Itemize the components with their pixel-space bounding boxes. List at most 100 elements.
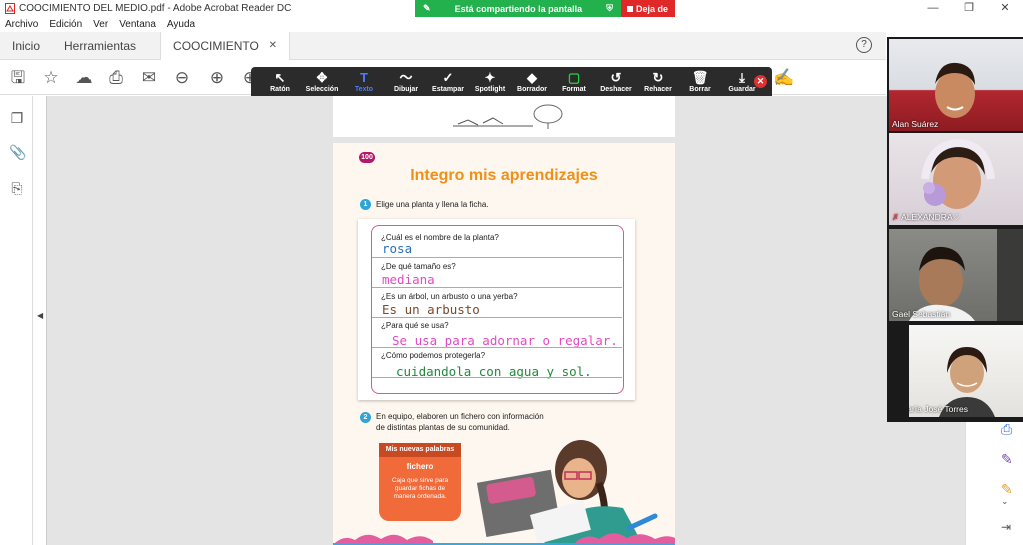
- plant-worksheet: ¿Cuál es el nombre de la planta? rosa ¿D…: [358, 219, 635, 400]
- attachment-icon[interactable]: 📎: [9, 144, 26, 162]
- tab-tools[interactable]: Herramientas: [52, 32, 148, 60]
- menu-bar: Archivo Edición Ver Ventana Ayuda: [0, 17, 1023, 32]
- participant-video[interactable]: ✗María José Torres: [909, 325, 1023, 417]
- question: ¿Cómo podemos protegerla?: [381, 351, 486, 360]
- step-number: 1: [360, 199, 371, 210]
- shield-icon: ⛨: [606, 3, 613, 13]
- help-icon[interactable]: ?: [856, 37, 872, 53]
- redo-icon: ↻: [652, 70, 664, 85]
- star-icon[interactable]: ☆: [41, 68, 61, 88]
- stop-share-button[interactable]: Deja de: [621, 0, 675, 17]
- vocabulary-header: Mis nuevas palabras: [379, 443, 461, 457]
- minimize-button[interactable]: —: [915, 0, 951, 17]
- participant-name: ✗ ALEXANDRA♡: [892, 212, 961, 222]
- export-icon[interactable]: ⎙: [1001, 421, 1012, 438]
- answer-text: rosa: [382, 241, 413, 256]
- pages-icon[interactable]: ❐: [9, 110, 25, 128]
- tool-spotlight[interactable]: ✦ Spotlight: [469, 67, 511, 93]
- window-title: COOCIMIENTO DEL MEDIO.pdf - Adobe Acroba…: [19, 3, 292, 14]
- zoom-out-icon[interactable]: ⊖: [172, 68, 192, 88]
- squiggle-icon: 〜: [399, 70, 413, 85]
- answer-line: [372, 257, 622, 258]
- answer-text: Se usa para adornar o regalar.: [392, 333, 618, 348]
- menu-ver[interactable]: Ver: [93, 17, 108, 32]
- tab-document-label: COOCIMIENTO DE...: [173, 38, 259, 81]
- muted-mic-icon: ✗: [892, 212, 900, 222]
- participant-video[interactable]: Alan Suárez: [889, 39, 1023, 131]
- stop-icon: [627, 5, 633, 12]
- pdf-page: 100 Integro mis aprendizajes 1 Elige una…: [333, 143, 675, 545]
- participant-name: Gael Sebastián: [892, 309, 951, 319]
- left-nav-panel: ❐ 📎 ⎘: [0, 96, 33, 545]
- screen-share-banner: ✎ Está compartiendo la pantalla ⛨ Deja d…: [415, 0, 675, 17]
- page-up-icon[interactable]: ⊕: [207, 68, 227, 88]
- tool-mouse[interactable]: ↖ Ratón: [259, 67, 301, 93]
- menu-ayuda[interactable]: Ayuda: [167, 17, 195, 32]
- question: ¿Para qué se usa?: [381, 321, 449, 330]
- participant-video[interactable]: Gael Sebastián: [889, 229, 1023, 321]
- answer-line: [372, 377, 622, 378]
- step-instruction: Elige una planta y llena la ficha.: [376, 200, 489, 209]
- vocabulary-word: fichero: [406, 462, 434, 471]
- previous-page: [333, 96, 675, 137]
- tool-undo[interactable]: ↺ Deshacer: [595, 67, 637, 93]
- tool-text[interactable]: T Texto: [343, 67, 385, 93]
- text-icon: T: [360, 70, 368, 85]
- tool-eraser[interactable]: ◆ Borrador: [511, 67, 553, 93]
- vocabulary-definition: Caja que sirve para guardar fichas de ma…: [391, 477, 449, 500]
- question: ¿De qué tamaño es?: [381, 262, 456, 271]
- panel-collapse-handle[interactable]: ◀: [33, 96, 47, 545]
- close-annotation-button[interactable]: ✕: [754, 75, 767, 88]
- fill-sign-icon[interactable]: ✎: [1001, 451, 1013, 468]
- vocabulary-box: Mis nuevas palabras fichero Caja que sir…: [379, 443, 461, 521]
- tab-home[interactable]: Inicio: [0, 32, 52, 60]
- participant-avatar: [909, 229, 1023, 321]
- save-icon[interactable]: 🖫: [8, 68, 28, 88]
- lock-file-icon[interactable]: ⎘: [9, 180, 25, 198]
- answer-text: mediana: [382, 272, 435, 287]
- acrobat-icon: [5, 3, 15, 14]
- chevron-left-icon: ◀: [37, 311, 44, 320]
- tab-document[interactable]: COOCIMIENTO DE... ✕: [160, 31, 291, 81]
- upload-icon[interactable]: ☁: [74, 68, 94, 88]
- menu-edicion[interactable]: Edición: [49, 17, 82, 32]
- expand-panel-icon[interactable]: ⇥: [1001, 520, 1011, 534]
- cursor-icon: ↖: [274, 70, 286, 85]
- plant-illustration: [453, 104, 563, 129]
- mail-icon[interactable]: ✉: [139, 68, 159, 88]
- step-number: 2: [360, 412, 371, 423]
- tool-format[interactable]: ▢ Format: [553, 67, 595, 93]
- answer-text: Es un arbusto: [382, 302, 480, 317]
- tab-bar: Inicio Herramientas COOCIMIENTO DE... ✕ …: [0, 31, 886, 81]
- sign-icon[interactable]: ✍: [773, 68, 794, 88]
- page-title: Integro mis aprendizajes: [410, 167, 598, 184]
- check-icon: ✓: [442, 70, 454, 85]
- page-number: 100: [359, 152, 375, 163]
- share-status-text: Está compartiendo la pantalla: [454, 3, 583, 14]
- cloud-decoration: [333, 533, 675, 545]
- undo-icon: ↺: [610, 70, 622, 85]
- trash-icon: 🗑: [691, 70, 709, 85]
- tool-select[interactable]: ✥ Selección: [301, 67, 343, 93]
- participant-video[interactable]: ✗ ALEXANDRA♡: [889, 133, 1023, 225]
- answer-line: [372, 347, 622, 348]
- question: ¿Es un árbol, un arbusto o una yerba?: [381, 292, 518, 301]
- menu-ventana[interactable]: Ventana: [119, 17, 156, 32]
- eraser-icon: ◆: [527, 70, 537, 85]
- pin-icon[interactable]: ✎: [423, 3, 431, 14]
- maximize-button[interactable]: ❐: [951, 0, 987, 17]
- tool-draw[interactable]: 〜 Dibujar: [385, 67, 427, 93]
- wand-icon: ✦: [484, 70, 496, 85]
- chevron-down-icon[interactable]: ⌄: [1001, 496, 1009, 507]
- tool-clear[interactable]: 🗑 Borrar: [679, 67, 721, 93]
- close-window-button[interactable]: ✕: [987, 0, 1023, 17]
- participant-name: Alan Suárez: [892, 119, 939, 129]
- participant-name: ✗María José Torres: [909, 404, 968, 414]
- participant-avatar: [935, 62, 975, 118]
- answer-line: [372, 287, 622, 288]
- tool-redo[interactable]: ↻ Rehacer: [637, 67, 679, 93]
- menu-archivo[interactable]: Archivo: [5, 17, 38, 32]
- tool-stamp[interactable]: ✓ Estampar: [427, 67, 469, 93]
- close-tab-icon[interactable]: ✕: [269, 32, 277, 60]
- print-icon[interactable]: ⎙: [106, 68, 126, 88]
